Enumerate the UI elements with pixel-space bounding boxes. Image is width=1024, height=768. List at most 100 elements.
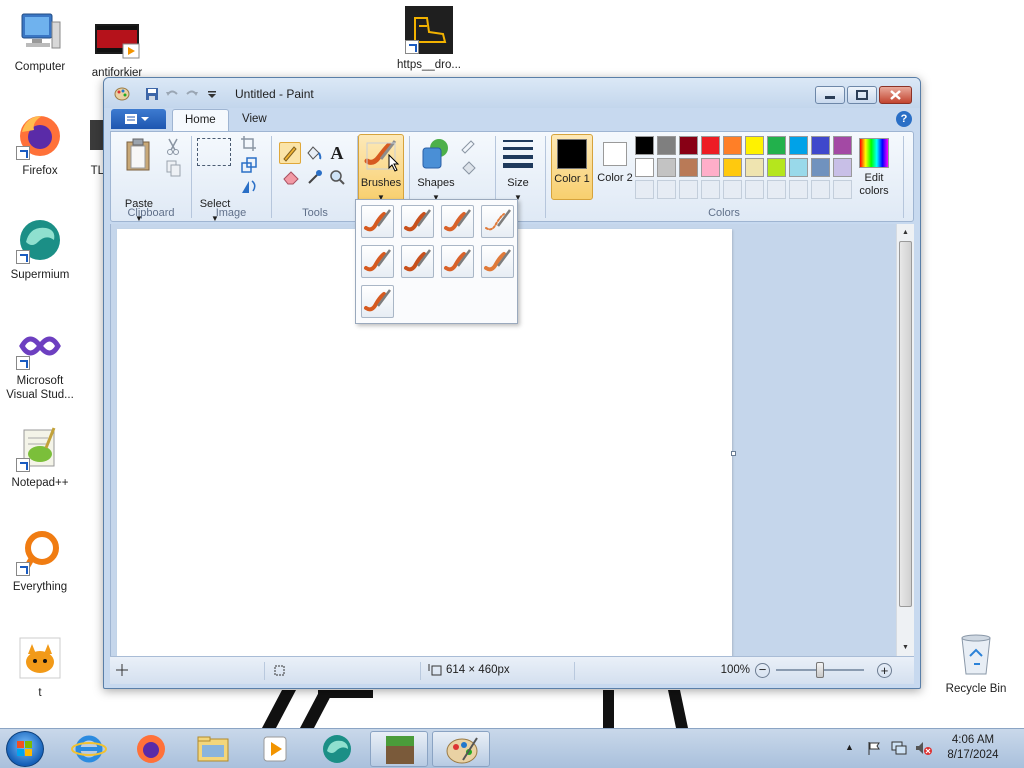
marker-icon[interactable] xyxy=(441,245,474,278)
palette-color-swatch[interactable] xyxy=(657,158,676,177)
redo-icon[interactable] xyxy=(184,86,200,102)
custom-color-slot[interactable] xyxy=(679,180,698,199)
scroll-up-icon[interactable]: ▲ xyxy=(902,229,909,236)
taskbar-file-explorer[interactable] xyxy=(184,731,242,767)
maximize-button[interactable] xyxy=(847,86,877,104)
scrollbar-thumb[interactable] xyxy=(899,241,912,607)
zoom-slider-thumb[interactable] xyxy=(816,662,824,678)
desktop-icon-https-dro[interactable]: https__dro... xyxy=(389,6,469,72)
crop-icon[interactable] xyxy=(239,134,259,154)
oil-brush-icon[interactable] xyxy=(361,245,394,278)
color1-button[interactable]: Color 1 xyxy=(551,134,593,200)
network-icon[interactable] xyxy=(890,740,908,759)
shapes-label[interactable]: Shapes xyxy=(413,177,459,190)
palette-color-swatch[interactable] xyxy=(767,136,786,155)
color2-button[interactable]: Color 2 xyxy=(595,134,637,200)
custom-color-slot[interactable] xyxy=(723,180,742,199)
desktop-icon-tl[interactable]: TL xyxy=(64,112,104,178)
pencil-icon[interactable] xyxy=(279,142,301,164)
desktop-icon-everything[interactable]: Everything xyxy=(0,528,80,594)
palette-color-swatch[interactable] xyxy=(811,158,830,177)
desktop-icon-visual-studio[interactable]: Microsoft Visual Stud... xyxy=(0,322,80,402)
custom-color-slot[interactable] xyxy=(701,180,720,199)
palette-color-swatch[interactable] xyxy=(833,158,852,177)
palette-color-swatch[interactable] xyxy=(635,158,654,177)
show-hidden-icons-button[interactable]: ▲ xyxy=(845,742,854,752)
vertical-scrollbar[interactable]: ▲ ▼ xyxy=(896,224,914,656)
volume-muted-icon[interactable] xyxy=(914,740,932,759)
minimize-button[interactable] xyxy=(815,86,845,104)
custom-color-slot[interactable] xyxy=(657,180,676,199)
palette-color-swatch[interactable] xyxy=(789,136,808,155)
desktop-icon-computer[interactable]: Computer xyxy=(0,8,80,74)
magnifier-icon[interactable] xyxy=(327,167,347,187)
shapes-icon[interactable] xyxy=(417,136,453,172)
paint-app-icon[interactable] xyxy=(114,86,130,102)
text-icon[interactable]: A xyxy=(327,143,347,163)
palette-color-swatch[interactable] xyxy=(701,136,720,155)
desktop-icon-recycle-bin[interactable]: Recycle Bin xyxy=(936,630,1016,696)
taskbar-paint[interactable] xyxy=(432,731,490,767)
taskbar-internet-explorer[interactable] xyxy=(60,731,118,767)
palette-color-swatch[interactable] xyxy=(635,136,654,155)
zoom-out-button[interactable]: − xyxy=(755,663,770,678)
natural-pencil-icon[interactable] xyxy=(481,245,514,278)
palette-color-swatch[interactable] xyxy=(811,136,830,155)
color-picker-icon[interactable] xyxy=(305,167,325,187)
desktop-icon-notepad-plus-plus[interactable]: Notepad++ xyxy=(0,424,80,490)
palette-color-swatch[interactable] xyxy=(833,136,852,155)
palette-color-swatch[interactable] xyxy=(701,158,720,177)
tray-clock[interactable]: 4:06 AM 8/17/2024 xyxy=(940,733,1006,763)
taskbar-firefox[interactable] xyxy=(122,731,180,767)
copy-icon[interactable] xyxy=(163,158,183,178)
tab-home[interactable]: Home xyxy=(172,109,229,131)
scroll-down-icon[interactable]: ▼ xyxy=(902,644,909,651)
crayon-icon[interactable] xyxy=(401,245,434,278)
desktop-icon-antiforkier[interactable]: antiforkier xyxy=(77,14,157,80)
palette-color-swatch[interactable] xyxy=(723,136,742,155)
paste-icon[interactable] xyxy=(119,136,159,176)
palette-color-swatch[interactable] xyxy=(767,158,786,177)
brush-icon[interactable] xyxy=(361,205,394,238)
custom-color-slot[interactable] xyxy=(789,180,808,199)
desktop-icon-supermium[interactable]: Supermium xyxy=(0,216,80,282)
calligraphy-brush-2-icon[interactable] xyxy=(441,205,474,238)
resize-icon[interactable] xyxy=(239,155,259,175)
eraser-icon[interactable] xyxy=(281,167,301,187)
customize-qat-icon[interactable] xyxy=(204,86,220,102)
edit-colors-label[interactable]: Edit colors xyxy=(851,172,897,198)
select-icon[interactable] xyxy=(197,138,231,166)
taskbar-media-player[interactable] xyxy=(246,731,304,767)
taskbar-supermium[interactable] xyxy=(308,731,366,767)
palette-color-swatch[interactable] xyxy=(657,136,676,155)
custom-color-slot[interactable] xyxy=(811,180,830,199)
outline-icon[interactable] xyxy=(459,136,479,156)
palette-color-swatch[interactable] xyxy=(723,158,742,177)
custom-color-slot[interactable] xyxy=(767,180,786,199)
cut-icon[interactable] xyxy=(163,136,183,156)
custom-color-slot[interactable] xyxy=(745,180,764,199)
size-icon[interactable] xyxy=(501,138,535,170)
palette-color-swatch[interactable] xyxy=(745,158,764,177)
palette-color-swatch[interactable] xyxy=(679,136,698,155)
size-label[interactable]: Size xyxy=(497,177,539,190)
palette-color-swatch[interactable] xyxy=(745,136,764,155)
palette-color-swatch[interactable] xyxy=(789,158,808,177)
help-icon[interactable]: ? xyxy=(896,111,912,127)
custom-color-slot[interactable] xyxy=(635,180,654,199)
watercolor-brush-icon[interactable] xyxy=(361,285,394,318)
desktop-icon-t[interactable]: t xyxy=(0,634,80,700)
taskbar-minecraft[interactable] xyxy=(370,731,428,767)
start-button[interactable] xyxy=(6,731,44,767)
zoom-in-button[interactable]: + xyxy=(877,663,892,678)
close-button[interactable] xyxy=(879,86,912,104)
fill-icon[interactable] xyxy=(459,158,479,178)
palette-color-swatch[interactable] xyxy=(679,158,698,177)
rotate-icon[interactable] xyxy=(239,176,259,196)
calligraphy-brush-1-icon[interactable] xyxy=(401,205,434,238)
save-icon[interactable] xyxy=(144,86,160,102)
canvas-resize-handle-right[interactable] xyxy=(731,451,736,456)
airbrush-icon[interactable] xyxy=(481,205,514,238)
edit-colors-icon[interactable] xyxy=(859,138,889,168)
tab-view[interactable]: View xyxy=(230,109,279,131)
